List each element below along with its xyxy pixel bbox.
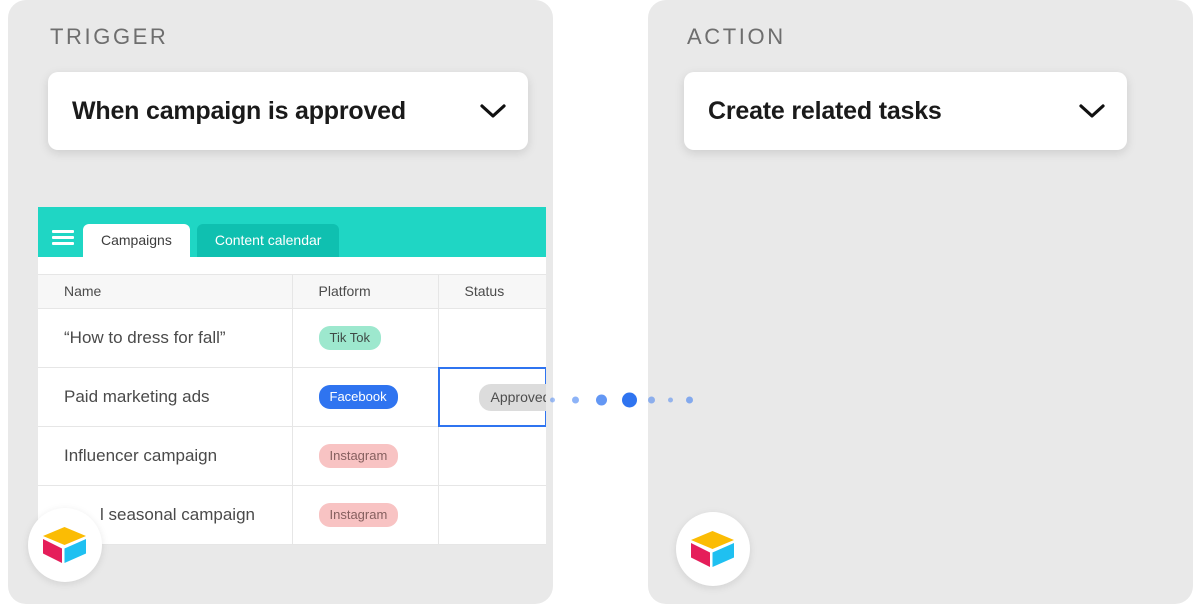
grid-app-topbar: Campaigns Content calendar — [38, 207, 546, 257]
connector-dot — [668, 397, 673, 403]
trigger-dropdown[interactable]: When campaign is approved — [48, 72, 528, 150]
connector-dot — [596, 394, 607, 406]
cell-status[interactable] — [438, 426, 546, 486]
column-header-name[interactable]: Name — [38, 274, 293, 309]
cell-platform[interactable]: Instagram — [292, 426, 439, 486]
table-row[interactable]: “How to dress for fall” Tik Tok — [38, 308, 546, 368]
table-header-row: Name Platform Status — [38, 274, 546, 309]
animated-dots-connector — [548, 390, 698, 410]
connector-dot — [686, 396, 693, 404]
table-row[interactable]: l seasonal campaign Instagram — [38, 485, 546, 545]
cell-name[interactable]: Paid marketing ads — [38, 367, 293, 427]
table-row[interactable]: Influencer campaign Instagram — [38, 426, 546, 486]
status-badge: Approved — [478, 383, 546, 411]
connector-dot — [622, 392, 637, 408]
cell-status-selected[interactable]: Approved — [437, 367, 546, 427]
chevron-down-icon — [480, 104, 506, 118]
trigger-section-title: TRIGGER — [50, 24, 169, 49]
campaigns-table: Name Platform Status “How to dress for f… — [38, 274, 546, 545]
airtable-logo — [676, 512, 750, 586]
airtable-logo-icon — [691, 531, 734, 567]
connector-dot — [648, 396, 655, 404]
column-header-platform[interactable]: Platform — [292, 274, 439, 309]
cell-platform[interactable]: Facebook — [292, 367, 439, 427]
cell-name[interactable]: Influencer campaign — [38, 426, 293, 486]
platform-badge: Tik Tok — [318, 326, 381, 350]
platform-badge: Instagram — [318, 444, 399, 468]
platform-badge: Facebook — [318, 385, 398, 409]
cell-platform[interactable]: Instagram — [292, 485, 439, 545]
hamburger-menu-icon[interactable] — [52, 230, 74, 245]
automation-diagram: TRIGGER When campaign is approved Campai… — [0, 0, 1200, 604]
cell-name[interactable]: “How to dress for fall” — [38, 308, 293, 368]
trigger-panel: TRIGGER When campaign is approved Campai… — [8, 0, 553, 604]
platform-badge: Instagram — [318, 503, 399, 527]
connector-dot — [550, 397, 555, 403]
cell-status[interactable] — [438, 485, 546, 545]
tab-campaigns[interactable]: Campaigns — [83, 224, 190, 257]
trigger-dropdown-value: When campaign is approved — [72, 96, 406, 125]
cell-status[interactable] — [438, 308, 546, 368]
campaigns-grid-app: Campaigns Content calendar Name Platform… — [38, 207, 546, 604]
airtable-logo-icon — [43, 527, 86, 563]
action-panel: ACTION Create related tasks Tasks Agenci… — [648, 0, 1193, 604]
airtable-logo — [28, 508, 102, 582]
connector-dot — [572, 396, 579, 404]
chevron-down-icon — [1079, 104, 1105, 118]
tab-content-calendar[interactable]: Content calendar — [196, 224, 340, 257]
table-row[interactable]: Paid marketing ads Facebook Approved — [38, 367, 546, 427]
column-header-status[interactable]: Status — [438, 274, 546, 309]
action-section-title: ACTION — [687, 24, 786, 49]
action-dropdown-value: Create related tasks — [708, 96, 942, 125]
cell-platform[interactable]: Tik Tok — [292, 308, 439, 368]
grid-toolbar-strip — [38, 257, 546, 274]
action-dropdown[interactable]: Create related tasks — [684, 72, 1127, 150]
